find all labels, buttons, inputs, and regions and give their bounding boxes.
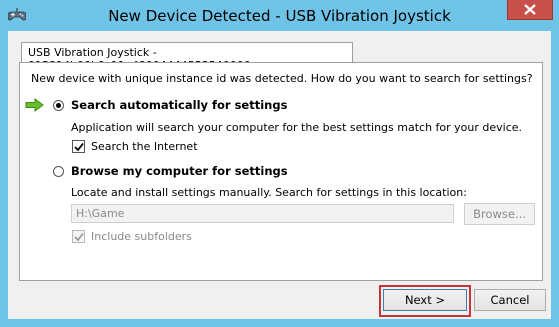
dialog-client-area: USB Vibration Joystick - 915814b00b9c11e… (8, 31, 551, 319)
settings-location-input[interactable]: H:\Game (71, 204, 454, 223)
checkmark-icon (74, 142, 84, 152)
window-title: New Device Detected - USB Vibration Joys… (108, 7, 451, 25)
checkmark-icon (74, 232, 84, 242)
settings-panel: New device with unique instance id was d… (19, 62, 543, 281)
close-button[interactable] (507, 0, 553, 20)
include-subfolders-checkbox[interactable] (72, 230, 85, 243)
search-internet-label[interactable]: Search the Internet (91, 140, 198, 153)
title-bar[interactable]: New Device Detected - USB Vibration Joys… (0, 0, 559, 32)
search-internet-checkbox[interactable] (72, 140, 85, 153)
green-arrow-icon (25, 98, 45, 115)
search-automatically-radio[interactable] (53, 100, 64, 111)
browse-computer-radio[interactable] (53, 166, 64, 177)
tab-device[interactable]: USB Vibration Joystick - 915814b00b9c11e… (21, 42, 353, 72)
intro-text: New device with unique instance id was d… (31, 72, 533, 85)
browse-button[interactable]: Browse... (464, 203, 535, 225)
search-automatically-description: Application will search your computer fo… (71, 121, 523, 134)
cancel-button[interactable]: Cancel (474, 289, 546, 311)
close-icon (524, 4, 536, 15)
dialog-window: New Device Detected - USB Vibration Joys… (0, 0, 559, 327)
browse-computer-description: Locate and install settings manually. Se… (71, 186, 467, 199)
next-button[interactable]: Next > (383, 289, 467, 311)
browse-computer-label[interactable]: Browse my computer for settings (71, 164, 288, 178)
include-subfolders-label[interactable]: Include subfolders (91, 230, 192, 243)
search-automatically-label[interactable]: Search automatically for settings (71, 98, 287, 112)
